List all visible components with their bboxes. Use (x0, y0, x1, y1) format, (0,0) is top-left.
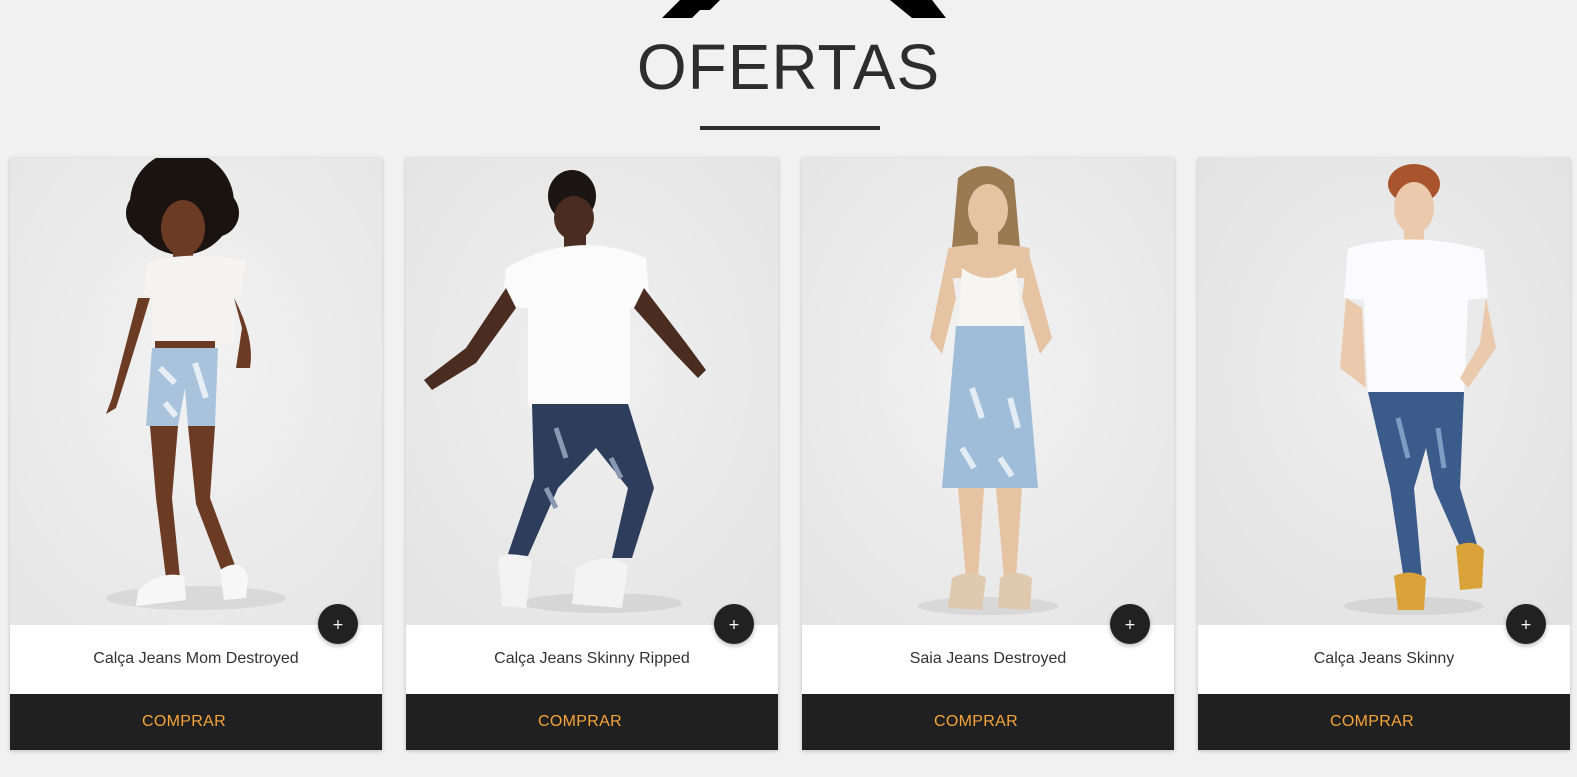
product-card: + Calça Jeans Mom Destroyed COMPRAR (10, 158, 382, 750)
buy-button[interactable]: COMPRAR (10, 694, 382, 750)
model-photo-icon (1198, 158, 1570, 625)
buy-button[interactable]: COMPRAR (406, 694, 778, 750)
product-image[interactable] (802, 158, 1174, 625)
product-name: Saia Jeans Destroyed (909, 650, 1067, 667)
product-name: Calça Jeans Mom Destroyed (93, 650, 299, 667)
section-title: OFERTAS (636, 31, 941, 103)
model-photo-icon (802, 158, 1174, 625)
model-photo-icon (406, 158, 778, 625)
buy-button-label: COMPRAR (934, 713, 1018, 730)
product-name: Calça Jeans Skinny (1313, 650, 1455, 667)
model-photo-icon (10, 158, 382, 625)
product-card: + Calça Jeans Skinny Ripped COMPRAR (406, 158, 778, 750)
logo-fragment (662, 0, 946, 18)
product-name: Calça Jeans Skinny Ripped (494, 650, 690, 667)
product-card: + Saia Jeans Destroyed COMPRAR (802, 158, 1174, 750)
buy-button[interactable]: COMPRAR (802, 694, 1174, 750)
product-image[interactable] (10, 158, 382, 625)
title-underline (700, 126, 880, 130)
buy-button-label: COMPRAR (538, 713, 622, 730)
product-image[interactable] (406, 158, 778, 625)
buy-button[interactable]: COMPRAR (1198, 694, 1570, 750)
product-card: + Calça Jeans Skinny COMPRAR (1198, 158, 1570, 750)
buy-button-label: COMPRAR (1330, 713, 1414, 730)
product-image[interactable] (1198, 158, 1570, 625)
buy-button-label: COMPRAR (142, 713, 226, 730)
product-grid: + Calça Jeans Mom Destroyed COMPRAR + Ca… (10, 158, 1572, 750)
